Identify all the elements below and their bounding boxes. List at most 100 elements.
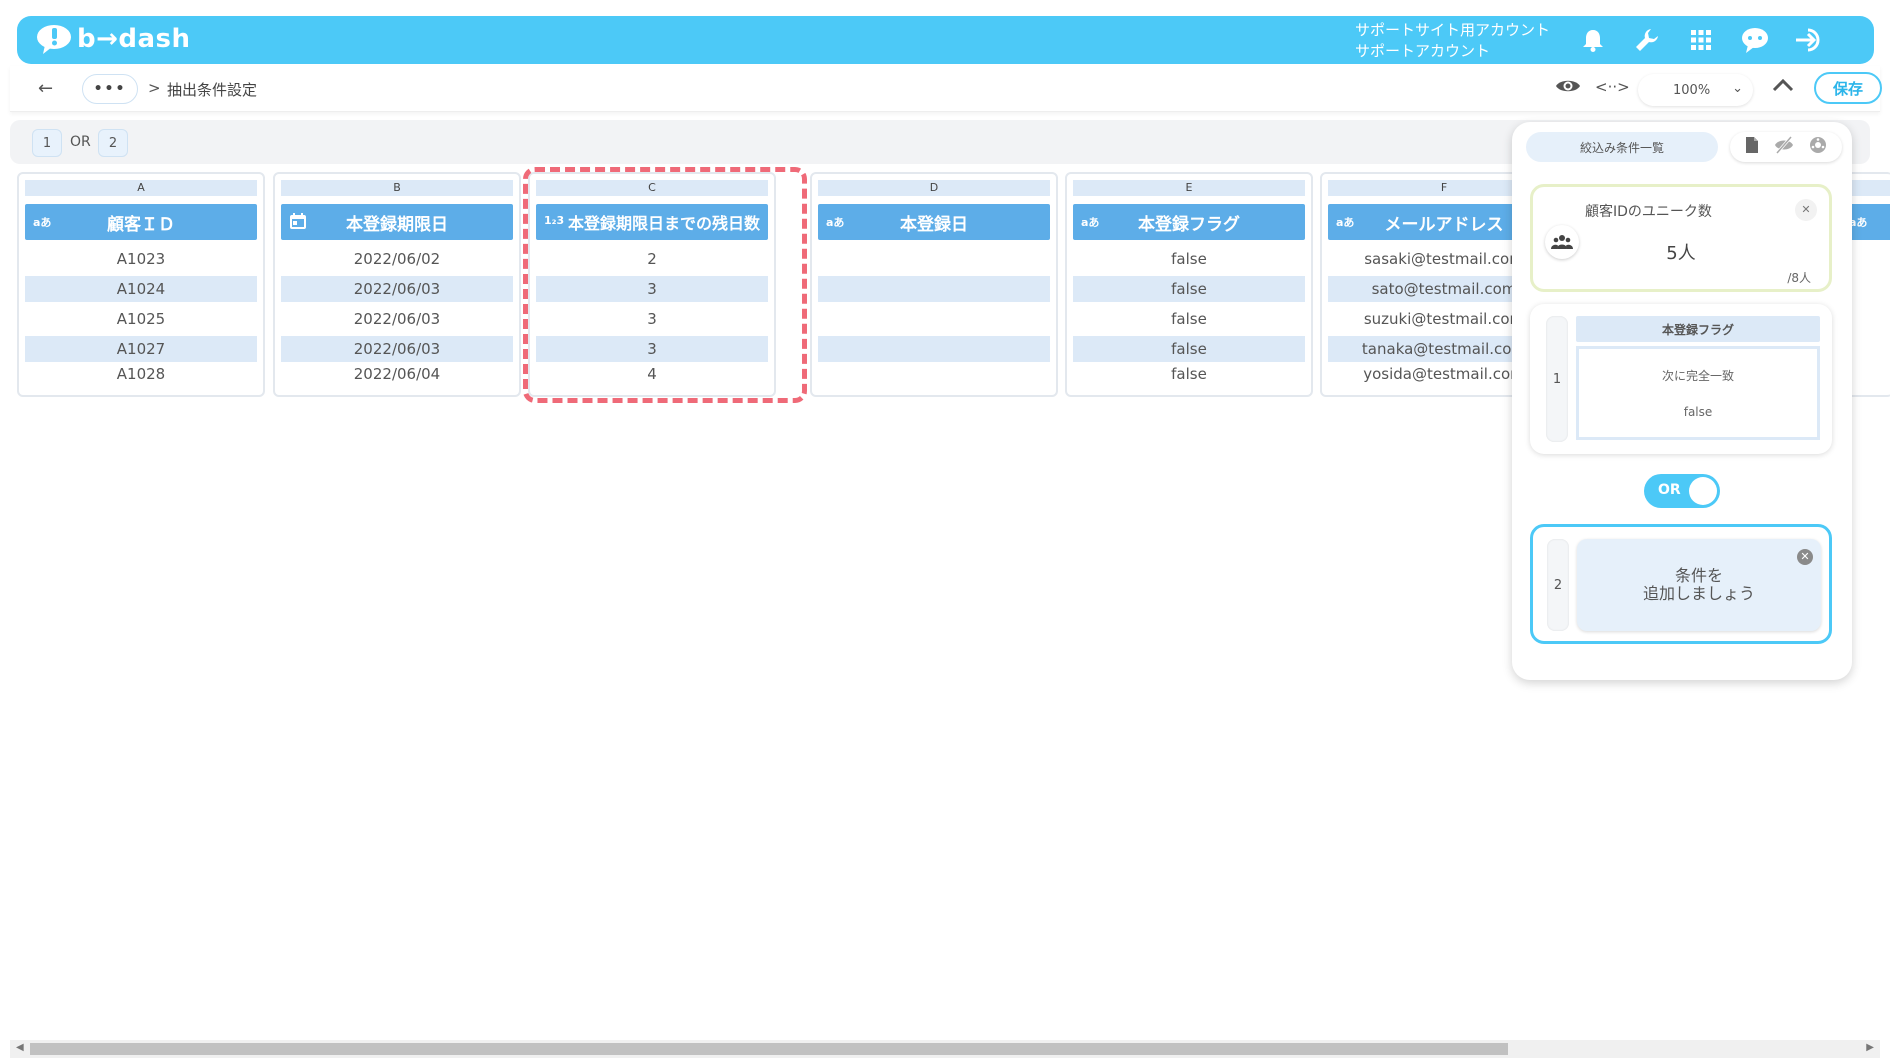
table-cell[interactable] <box>818 363 1050 387</box>
column-header[interactable]: aあ 本登録フラグ <box>1073 204 1305 240</box>
unique-count-value: 5人 <box>1666 243 1696 264</box>
breadcrumb-separator: > <box>148 79 161 97</box>
calendar-icon <box>289 212 307 233</box>
condition-chip-2[interactable]: 2 <box>98 129 128 157</box>
table-cell[interactable]: A1028 <box>25 363 257 387</box>
add-condition-dropzone[interactable]: 条件を 追加しましょう ✕ <box>1577 539 1821 631</box>
text-type-icon: aあ <box>33 216 52 229</box>
table-cell[interactable]: 2022/06/03 <box>281 276 513 302</box>
table-cell[interactable]: false <box>1073 336 1305 362</box>
table-cell[interactable] <box>818 336 1050 362</box>
close-icon[interactable]: ✕ <box>1797 549 1813 565</box>
table-cell[interactable]: A1023 <box>25 246 257 272</box>
wrench-icon[interactable] <box>1631 24 1663 56</box>
chevron-down-icon: ⌄ <box>1732 81 1743 96</box>
hide-icon[interactable] <box>1774 136 1794 158</box>
table-cell[interactable] <box>818 276 1050 302</box>
breadcrumb-bar: ← ••• > 抽出条件設定 <··> 100% ⌄ 保存 <box>10 66 1882 112</box>
column-header[interactable]: 本登録期限日 <box>281 204 513 240</box>
condition-value: false <box>1683 405 1713 419</box>
table-cell[interactable]: 2022/06/02 <box>281 246 513 272</box>
table-cell[interactable]: 2022/06/03 <box>281 306 513 332</box>
filter-panel: 絞込み条件一覧 顧客IDのユニーク数 ✕ 5人 /8人 1 本登録フラグ 次に完… <box>1512 122 1852 680</box>
breadcrumb-current: 抽出条件設定 <box>167 81 258 99</box>
table-cell[interactable] <box>818 246 1050 272</box>
document-icon[interactable] <box>1745 136 1759 158</box>
or-toggle-label: OR <box>1658 482 1681 498</box>
column-header-label: 顧客ＩＤ <box>107 214 175 235</box>
account-info[interactable]: サポートサイト用アカウント サポートアカウント <box>1355 20 1550 62</box>
add-condition-text-1: 条件を <box>1674 566 1723 585</box>
condition-card-1[interactable]: 1 本登録フラグ 次に完全一致 false <box>1530 304 1832 454</box>
table-cell[interactable]: A1024 <box>25 276 257 302</box>
condition-card-2[interactable]: 2 条件を 追加しましょう ✕ <box>1530 524 1832 644</box>
table-cell[interactable]: false <box>1073 363 1305 387</box>
panel-actions <box>1730 132 1842 162</box>
back-arrow-icon[interactable]: ← <box>38 78 53 99</box>
column-letter[interactable]: B <box>281 180 513 196</box>
column-letter[interactable]: D <box>818 180 1050 196</box>
column-a: Aaあ 顧客ＩＤ A1023 A1024 A1025 A1027 A1028 <box>17 172 265 397</box>
chevron-up-icon[interactable] <box>1772 77 1794 96</box>
eye-icon[interactable] <box>1555 77 1581 99</box>
bell-icon[interactable] <box>1577 24 1609 56</box>
column-d: Daあ 本登録日 <box>810 172 1058 397</box>
text-type-icon: aあ <box>1081 216 1100 229</box>
unique-count-total: /8人 <box>1787 271 1811 285</box>
unique-count-title: 顧客IDのユニーク数 <box>1585 204 1712 220</box>
column-header[interactable]: aあ 顧客ＩＤ <box>25 204 257 240</box>
save-button[interactable]: 保存 <box>1814 72 1882 104</box>
logout-icon[interactable] <box>1793 24 1825 56</box>
breadcrumb-more-button[interactable]: ••• <box>82 74 138 104</box>
table-cell[interactable]: false <box>1073 276 1305 302</box>
table-cell[interactable]: 2022/06/04 <box>281 363 513 387</box>
add-condition-text-2: 追加しましょう <box>1642 584 1755 603</box>
logo[interactable]: b→dash <box>35 23 191 55</box>
zoom-value: 100% <box>1673 82 1711 98</box>
text-type-icon: aあ <box>1336 216 1355 229</box>
scrollbar-thumb[interactable] <box>30 1043 1508 1055</box>
logo-text: b→dash <box>77 24 191 54</box>
condition-number: 2 <box>1547 539 1569 631</box>
table-cell[interactable]: false <box>1073 306 1305 332</box>
panel-title[interactable]: 絞込み条件一覧 <box>1526 132 1718 162</box>
zoom-select[interactable]: 100% ⌄ <box>1638 74 1753 106</box>
column-letter[interactable]: A <box>25 180 257 196</box>
account-sub: サポートアカウント <box>1355 42 1491 60</box>
column-header-label: 本登録日 <box>900 214 968 235</box>
column-e: Eaあ 本登録フラグ false false false false false <box>1065 172 1313 397</box>
condition-column: 本登録フラグ <box>1576 316 1820 342</box>
table-cell[interactable]: false <box>1073 246 1305 272</box>
condition-number: 1 <box>1546 316 1568 442</box>
column-c-highlight <box>523 167 807 403</box>
horizontal-scrollbar[interactable]: ◀ ▶ <box>10 1040 1880 1058</box>
unique-count-close-icon[interactable]: ✕ <box>1795 199 1817 221</box>
condition-operator-text: 次に完全一致 <box>1661 369 1734 383</box>
text-type-icon: aあ <box>826 216 845 229</box>
top-bar: b→dash サポートサイト用アカウント サポートアカウント <box>17 16 1874 64</box>
column-letter[interactable]: E <box>1073 180 1305 196</box>
condition-body[interactable]: 次に完全一致 false <box>1576 346 1820 440</box>
code-view-icon[interactable]: <··> <box>1595 78 1630 96</box>
column-header[interactable]: aあ 本登録日 <box>818 204 1050 240</box>
chat-support-icon[interactable] <box>1739 24 1771 56</box>
or-toggle[interactable]: OR <box>1644 474 1720 508</box>
apps-grid-icon[interactable] <box>1685 24 1717 56</box>
condition-operator: OR <box>70 134 91 150</box>
column-b: B 本登録期限日 2022/06/02 2022/06/03 2022/06/03 202… <box>273 172 521 397</box>
column-header-label: 本登録期限日 <box>346 214 448 235</box>
table-cell[interactable] <box>818 306 1050 332</box>
scroll-right-icon[interactable]: ▶ <box>1866 1042 1874 1053</box>
settings-dial-icon[interactable] <box>1809 136 1827 158</box>
logo-bubble-icon <box>37 25 71 54</box>
scroll-left-icon[interactable]: ◀ <box>16 1042 24 1053</box>
condition-chip-1[interactable]: 1 <box>32 129 62 157</box>
toggle-knob <box>1689 477 1717 505</box>
column-header-label: 本登録フラグ <box>1138 214 1240 235</box>
account-name: サポートサイト用アカウント <box>1355 21 1551 39</box>
column-header-label: メールアドレス <box>1384 214 1504 235</box>
table-cell[interactable]: A1027 <box>25 336 257 362</box>
table-cell[interactable]: 2022/06/03 <box>281 336 513 362</box>
unique-count-card: 顧客IDのユニーク数 ✕ 5人 /8人 <box>1530 184 1832 292</box>
table-cell[interactable]: A1025 <box>25 306 257 332</box>
